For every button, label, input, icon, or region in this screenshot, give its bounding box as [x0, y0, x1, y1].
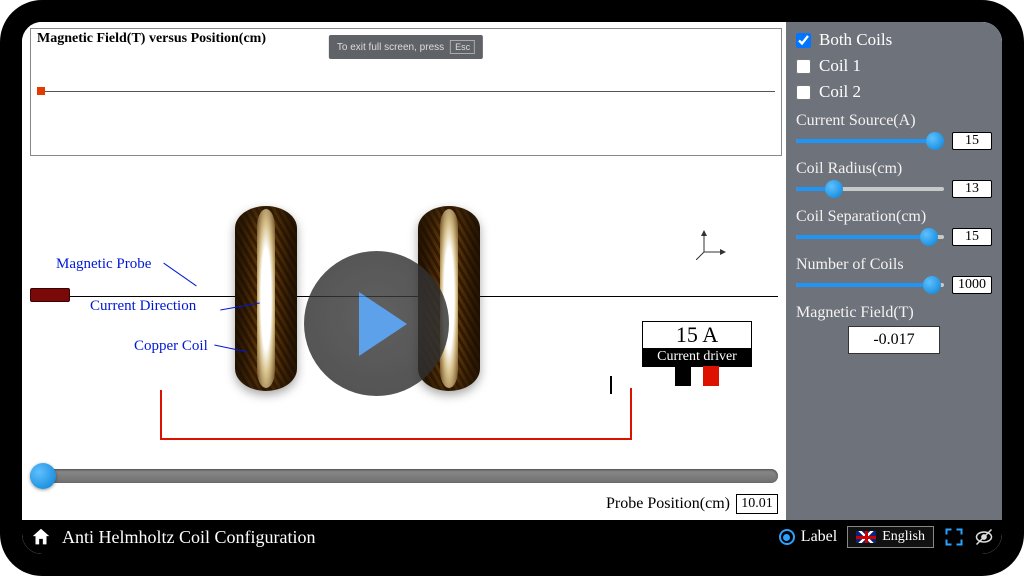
wire-icon	[610, 376, 612, 394]
fullscreen-icon[interactable]	[944, 527, 964, 547]
label-toggle-text: Label	[801, 528, 837, 546]
probe-position-slider[interactable]	[30, 464, 778, 486]
coil-1	[235, 206, 297, 391]
magnetic-field-output: Magnetic Field(T) -0.017	[796, 304, 992, 354]
tablet-device-frame: Magnetic Field(T) versus Position(cm) To…	[0, 0, 1024, 576]
label-toggle[interactable]: Label	[779, 528, 837, 546]
flag-uk-icon	[856, 531, 876, 543]
output-value: -0.017	[848, 326, 940, 354]
leader-line-icon	[163, 263, 196, 287]
visibility-off-icon[interactable]	[974, 527, 994, 547]
checkbox-input[interactable]	[796, 59, 811, 74]
separation-slider[interactable]	[796, 228, 944, 246]
current-slider[interactable]	[796, 132, 944, 150]
slider-thumb[interactable]	[923, 276, 941, 294]
turns-value[interactable]: 1000	[952, 276, 992, 294]
current-driver-box: 15 A Current driver	[642, 321, 752, 367]
checkbox-input[interactable]	[796, 85, 811, 100]
separation-value[interactable]: 15	[952, 228, 992, 246]
field-vs-position-chart: Magnetic Field(T) versus Position(cm) To…	[30, 28, 782, 156]
checkbox-label: Coil 1	[819, 56, 861, 76]
fullscreen-exit-hint: To exit full screen, press Esc	[329, 35, 483, 59]
param-label: Coil Separation(cm)	[796, 208, 992, 226]
param-current-source: Current Source(A) 15	[796, 112, 992, 150]
esc-key-badge: Esc	[450, 40, 475, 54]
chart-title: Magnetic Field(T) versus Position(cm)	[37, 31, 266, 47]
app-root: Magnetic Field(T) versus Position(cm) To…	[22, 22, 1002, 554]
radio-icon	[779, 529, 795, 545]
play-button[interactable]	[304, 251, 449, 396]
checkbox-both-coils[interactable]: Both Coils	[796, 30, 992, 50]
wire-icon	[630, 388, 632, 392]
turns-slider[interactable]	[796, 276, 944, 294]
terminal-red-icon	[703, 366, 719, 386]
param-label: Current Source(A)	[796, 112, 992, 130]
checkbox-coil-1[interactable]: Coil 1	[796, 56, 992, 76]
fullscreen-hint-text: To exit full screen, press	[337, 42, 444, 53]
home-icon[interactable]	[30, 526, 52, 548]
checkbox-label: Both Coils	[819, 30, 892, 50]
language-selector[interactable]: English	[847, 526, 934, 548]
param-number-of-coils: Number of Coils 1000	[796, 256, 992, 294]
magnetic-probe-rod[interactable]	[30, 288, 70, 302]
param-coil-radius: Coil Radius(cm) 13	[796, 160, 992, 198]
param-coil-separation: Coil Separation(cm) 15	[796, 208, 992, 246]
chart-data-point	[37, 87, 45, 95]
simulation-canvas: Magnetic Field(T) versus Position(cm) To…	[22, 22, 786, 520]
output-label: Magnetic Field(T)	[796, 304, 992, 322]
slider-thumb[interactable]	[920, 228, 938, 246]
label-copper-coil: Copper Coil	[134, 338, 208, 355]
main-row: Magnetic Field(T) versus Position(cm) To…	[22, 22, 1002, 520]
page-title: Anti Helmholtz Coil Configuration	[62, 527, 315, 548]
slider-track	[30, 469, 778, 483]
orientation-gizmo-icon[interactable]	[696, 228, 728, 260]
probe-position-label: Probe Position(cm)	[606, 495, 730, 513]
wire-icon	[160, 390, 275, 440]
param-label: Coil Radius(cm)	[796, 160, 992, 178]
current-driver-caption: Current driver	[643, 348, 751, 366]
terminal-black-icon	[675, 366, 691, 386]
radius-value[interactable]: 13	[952, 180, 992, 198]
radius-slider[interactable]	[796, 180, 944, 198]
controls-panel: Both Coils Coil 1 Coil 2 Current Source(…	[786, 22, 1002, 520]
bottom-toolbar: Anti Helmholtz Coil Configuration Label …	[22, 520, 1002, 554]
probe-position-readout: Probe Position(cm) 10.01	[606, 494, 778, 514]
current-driver-reading: 15 A	[643, 322, 751, 348]
slider-thumb[interactable]	[30, 463, 56, 489]
slider-thumb[interactable]	[926, 132, 944, 150]
label-magnetic-probe: Magnetic Probe	[56, 256, 151, 273]
label-current-direction: Current Direction	[90, 298, 196, 315]
language-name: English	[882, 529, 925, 545]
checkbox-coil-2[interactable]: Coil 2	[796, 82, 992, 102]
slider-thumb[interactable]	[825, 180, 843, 198]
param-label: Number of Coils	[796, 256, 992, 274]
checkbox-input[interactable]	[796, 33, 811, 48]
wire-icon	[456, 390, 632, 440]
wire-icon	[273, 390, 458, 440]
current-value[interactable]: 15	[952, 132, 992, 150]
checkbox-label: Coil 2	[819, 82, 861, 102]
probe-position-value: 10.01	[736, 494, 778, 514]
chart-axis-line	[37, 91, 775, 92]
